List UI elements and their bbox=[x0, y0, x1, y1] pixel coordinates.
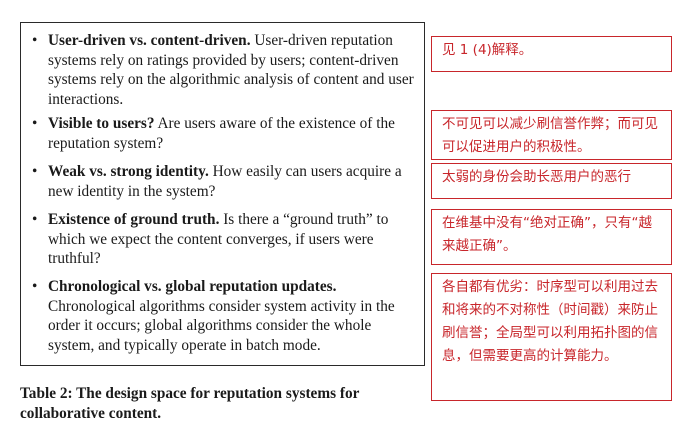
annotation-note-3[interactable]: 太弱的身份会助长恶用户的恶行 bbox=[431, 163, 672, 199]
annotation-note-1[interactable]: 见 1 (4)解释。 bbox=[431, 36, 672, 72]
bullet-icon: • bbox=[32, 115, 38, 132]
bullet-text: Chronological algorithms consider system… bbox=[48, 297, 395, 354]
bullet-term: Chronological vs. global reputation upda… bbox=[48, 278, 337, 295]
bullet-icon: • bbox=[32, 211, 38, 228]
bullet-visible: • Visible to users? Are users aware of th… bbox=[32, 114, 418, 153]
bullet-ground-truth: • Existence of ground truth. Is there a “… bbox=[32, 210, 418, 269]
annotation-note-2[interactable]: 不可见可以减少刷信誉作弊；而可见可以促进用户的积极性。 bbox=[431, 110, 672, 160]
bullet-term: Weak vs. strong identity. bbox=[48, 163, 209, 180]
annotation-note-4[interactable]: 在维基中没有“绝对正确”，只有“越来越正确”。 bbox=[431, 209, 672, 265]
bullet-icon: • bbox=[32, 278, 38, 295]
bullet-chronological: • Chronological vs. global reputation upd… bbox=[32, 277, 418, 355]
bullet-term: Existence of ground truth. bbox=[48, 211, 220, 228]
table-caption: Table 2: The design space for reputation… bbox=[20, 385, 360, 422]
bullet-icon: • bbox=[32, 32, 38, 49]
bullet-user-driven: • User-driven vs. content-driven. User-dr… bbox=[32, 31, 418, 109]
annotation-note-5[interactable]: 各自都有优劣：时序型可以利用过去和将来的不对称性（时间戳）来防止刷信誉；全局型可… bbox=[431, 273, 672, 401]
bullet-term: User-driven vs. content-driven. bbox=[48, 32, 251, 49]
bullet-term: Visible to users? bbox=[48, 115, 155, 132]
bullet-icon: • bbox=[32, 163, 38, 180]
bullet-identity: • Weak vs. strong identity. How easily ca… bbox=[32, 162, 418, 201]
